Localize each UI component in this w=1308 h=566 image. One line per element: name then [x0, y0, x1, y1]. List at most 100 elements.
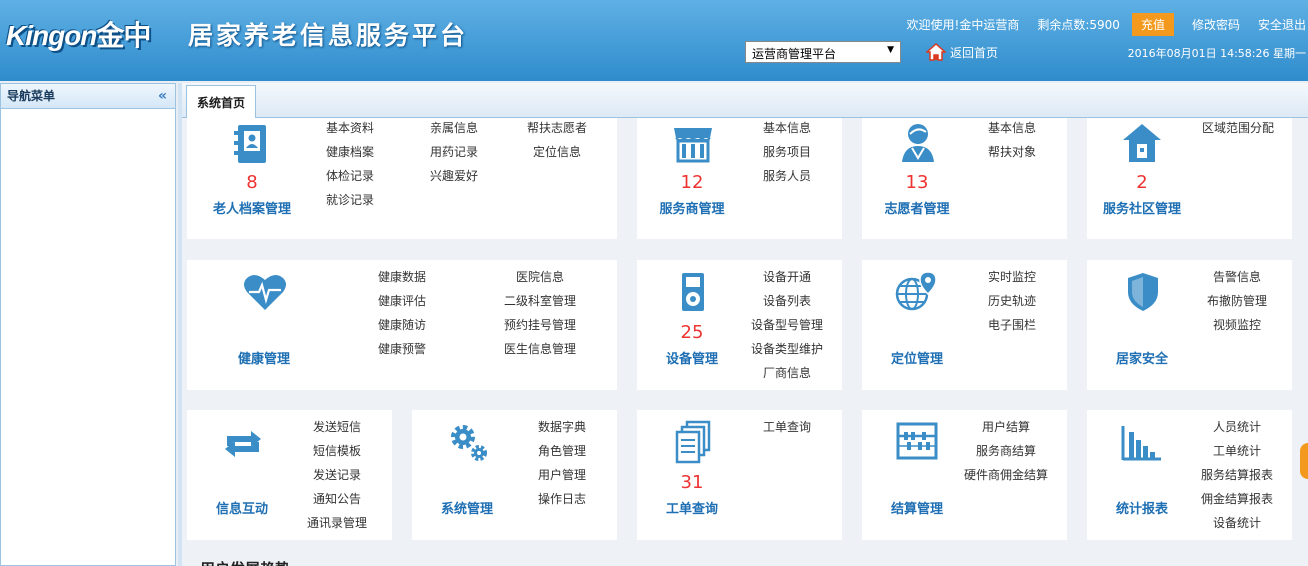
link-alarm-info[interactable]: 告警信息 — [1213, 269, 1261, 293]
link-health-assessment[interactable]: 健康评估 — [378, 293, 426, 317]
elderly-records-title[interactable]: 老人档案管理 — [192, 198, 312, 217]
link-role-mgmt[interactable]: 角色管理 — [538, 443, 586, 467]
link-sms-template[interactable]: 短信模板 — [313, 443, 361, 467]
platform-title: 居家养老信息服务平台 — [188, 21, 469, 50]
link-hobbies[interactable]: 兴趣爱好 — [430, 168, 478, 192]
link-area-allocation[interactable]: 区域范围分配 — [1202, 120, 1274, 144]
link-health-alert[interactable]: 健康预警 — [378, 341, 426, 365]
link-hardware-commission[interactable]: 硬件商佣金结算 — [964, 467, 1048, 491]
platform-select[interactable]: 运营商管理平台 ▼ — [745, 41, 901, 63]
link-doctor-info[interactable]: 医生信息管理 — [504, 341, 576, 365]
system-mgmt-title[interactable]: 系统管理 — [407, 498, 527, 517]
link-video-monitor[interactable]: 视频监控 — [1213, 317, 1261, 341]
link-announcements[interactable]: 通知公告 — [313, 491, 361, 515]
link-device-model-mgmt[interactable]: 设备型号管理 — [751, 317, 823, 341]
home-security-title[interactable]: 居家安全 — [1082, 348, 1202, 367]
link-service-staff[interactable]: 服务人员 — [763, 168, 811, 192]
link-department-mgmt[interactable]: 二级科室管理 — [504, 293, 576, 317]
link-health-followup[interactable]: 健康随访 — [378, 317, 426, 341]
health-title[interactable]: 健康管理 — [204, 348, 324, 367]
sidebar-header: 导航菜单 « — [1, 84, 175, 109]
link-volunteer-info[interactable]: 基本信息 — [988, 120, 1036, 144]
header-bar: Kingon金中 居家养老信息服务平台 欢迎使用!金中运营商 剩余点数:5900… — [0, 0, 1308, 81]
storefront-icon[interactable] — [672, 124, 714, 164]
info-interaction-title[interactable]: 信息互动 — [182, 498, 302, 517]
device-title[interactable]: 设备管理 — [632, 348, 752, 367]
logout-link[interactable]: 安全退出 — [1258, 16, 1306, 33]
link-work-order-query[interactable]: 工单查询 — [763, 419, 811, 443]
card-service-provider: 12 服务商管理 基本信息 服务项目 服务人员 — [637, 118, 842, 239]
link-staff-stats[interactable]: 人员统计 — [1213, 419, 1261, 443]
location-title[interactable]: 定位管理 — [857, 348, 977, 367]
work-order-title[interactable]: 工单查询 — [632, 498, 752, 517]
heart-pulse-icon[interactable] — [243, 272, 287, 312]
link-service-items[interactable]: 服务项目 — [763, 144, 811, 168]
work-order-links: 工单查询 — [763, 419, 811, 443]
tab-bar: 系统首页 — [182, 83, 1308, 118]
shield-icon[interactable] — [1127, 272, 1159, 312]
device-player-icon[interactable] — [681, 272, 705, 312]
link-data-dictionary[interactable]: 数据字典 — [538, 419, 586, 443]
link-volunteer-helpers[interactable]: 帮扶志愿者 — [527, 120, 587, 144]
link-realtime-monitor[interactable]: 实时监控 — [988, 269, 1036, 293]
settlement-title[interactable]: 结算管理 — [857, 498, 977, 517]
link-commission-report[interactable]: 佣金结算报表 — [1201, 491, 1273, 515]
link-medication[interactable]: 用药记录 — [430, 144, 478, 168]
link-hospital-info[interactable]: 医院信息 — [516, 269, 564, 293]
link-health-data[interactable]: 健康数据 — [378, 269, 426, 293]
link-appointment-mgmt[interactable]: 预约挂号管理 — [504, 317, 576, 341]
link-geofence[interactable]: 电子围栏 — [988, 317, 1036, 341]
link-vendor-info[interactable]: 厂商信息 — [763, 365, 811, 389]
link-basic-info[interactable]: 基本资料 — [326, 120, 374, 144]
link-user-settlement[interactable]: 用户结算 — [982, 419, 1030, 443]
link-provider-info[interactable]: 基本信息 — [763, 120, 811, 144]
change-password-link[interactable]: 修改密码 — [1192, 16, 1240, 33]
card-settlement: 结算管理 用户结算 服务商结算 硬件商佣金结算 — [862, 410, 1067, 540]
collapse-sidebar-icon[interactable]: « — [158, 84, 167, 108]
bar-chart-icon[interactable] — [1121, 424, 1163, 462]
service-provider-title[interactable]: 服务商管理 — [632, 198, 752, 217]
link-contacts-mgmt[interactable]: 通讯录管理 — [307, 515, 367, 539]
logo-cn: 金中 — [96, 20, 151, 51]
link-help-targets[interactable]: 帮扶对象 — [988, 144, 1036, 168]
community-title[interactable]: 服务社区管理 — [1082, 198, 1202, 217]
volunteer-title[interactable]: 志愿者管理 — [857, 198, 977, 217]
globe-pin-icon[interactable] — [894, 270, 940, 312]
link-send-sms[interactable]: 发送短信 — [313, 419, 361, 443]
card-community: 2 服务社区管理 区域范围分配 — [1087, 118, 1292, 239]
link-operation-log[interactable]: 操作日志 — [538, 491, 586, 515]
security-links: 告警信息 布撤防管理 视频监控 — [1207, 269, 1267, 341]
volunteer-count: 13 — [905, 172, 929, 193]
abacus-icon[interactable] — [896, 422, 938, 460]
link-history-track[interactable]: 历史轨迹 — [988, 293, 1036, 317]
link-health-records[interactable]: 健康档案 — [326, 144, 374, 168]
link-relatives[interactable]: 亲属信息 — [430, 120, 478, 144]
reports-title[interactable]: 统计报表 — [1082, 498, 1202, 517]
link-work-order-stats[interactable]: 工单统计 — [1213, 443, 1261, 467]
back-home-link[interactable]: 返回首页 — [926, 43, 998, 61]
card-info-interaction: 信息互动 发送短信 短信模板 发送记录 通知公告 通讯录管理 — [187, 410, 392, 540]
side-float-handle[interactable] — [1300, 443, 1308, 479]
community-count: 2 — [1136, 172, 1148, 193]
tab-home[interactable]: 系统首页 — [186, 85, 257, 118]
link-device-type-maint[interactable]: 设备类型维护 — [751, 341, 823, 365]
link-provider-settlement[interactable]: 服务商结算 — [976, 443, 1036, 467]
address-book-icon[interactable] — [234, 123, 270, 165]
recharge-button[interactable]: 充值 — [1131, 12, 1174, 36]
link-checkup-records[interactable]: 体检记录 — [326, 168, 374, 192]
repeat-arrows-icon[interactable] — [223, 430, 263, 458]
link-send-records[interactable]: 发送记录 — [313, 467, 361, 491]
link-visit-records[interactable]: 就诊记录 — [326, 192, 374, 216]
link-arm-disarm-mgmt[interactable]: 布撤防管理 — [1207, 293, 1267, 317]
elderly-links-col1: 基本资料 健康档案 体检记录 就诊记录 — [326, 120, 374, 216]
link-user-mgmt[interactable]: 用户管理 — [538, 467, 586, 491]
link-service-settlement-report[interactable]: 服务结算报表 — [1201, 467, 1273, 491]
gears-icon[interactable] — [448, 422, 490, 464]
link-device-activation[interactable]: 设备开通 — [763, 269, 811, 293]
house-icon[interactable] — [1121, 122, 1163, 164]
documents-icon[interactable] — [675, 420, 711, 464]
volunteer-person-icon[interactable] — [900, 122, 936, 164]
link-location-info[interactable]: 定位信息 — [533, 144, 581, 168]
link-device-stats[interactable]: 设备统计 — [1213, 515, 1261, 539]
link-device-list[interactable]: 设备列表 — [763, 293, 811, 317]
